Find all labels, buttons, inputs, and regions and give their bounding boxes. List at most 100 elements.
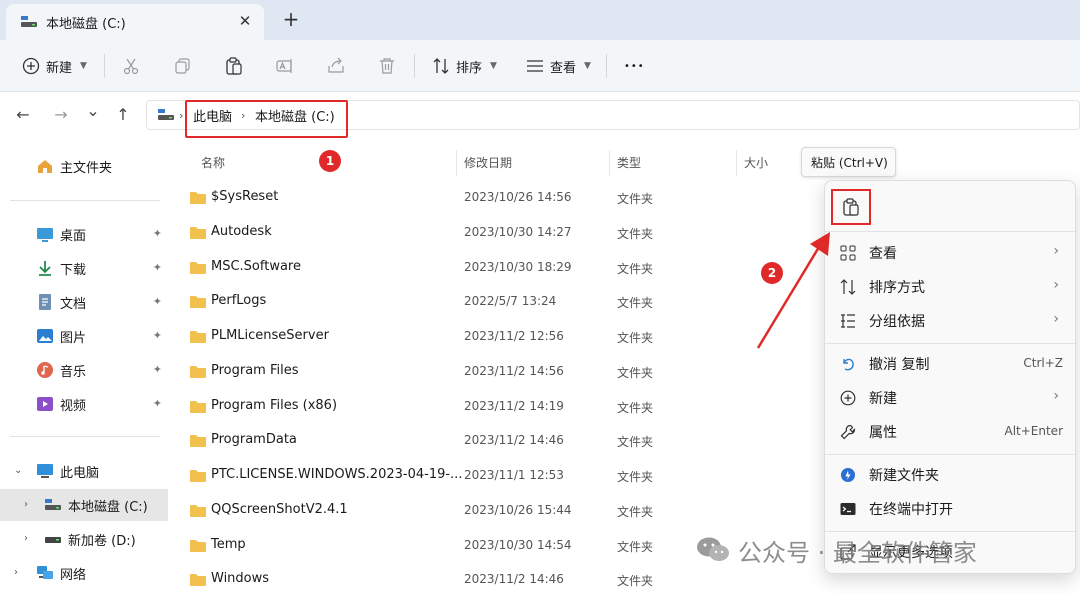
sidebar-item-home[interactable]: 主文件夹 <box>0 150 168 182</box>
share-button[interactable] <box>327 52 345 80</box>
sidebar-item-documents[interactable]: 文档 ✦ <box>0 286 168 318</box>
folder-icon <box>190 470 206 482</box>
pin-icon[interactable]: ✦ <box>153 329 162 342</box>
toolbar-divider <box>606 54 607 78</box>
table-row[interactable]: Program Files (x86) 2023/11/2 14:19 文件夹 <box>180 390 820 424</box>
table-row[interactable]: Windows 2023/11/2 14:46 文件夹 <box>180 563 820 594</box>
view-button[interactable]: 查看 ▼ <box>526 52 591 80</box>
table-row[interactable]: PerfLogs 2022/5/7 13:24 文件夹 <box>180 285 820 319</box>
new-button-label: 新建 <box>46 60 73 76</box>
file-modified: 2023/10/30 18:29 <box>464 260 572 274</box>
toolbar-divider <box>414 54 415 78</box>
sidebar-item-this-pc[interactable]: ⌄ 此电脑 <box>0 455 168 487</box>
sidebar-item-videos[interactable]: 视频 ✦ <box>0 388 168 420</box>
plus-circle-icon <box>839 389 857 407</box>
pin-icon[interactable]: ✦ <box>153 261 162 274</box>
column-divider[interactable] <box>736 150 737 176</box>
new-button[interactable]: 新建 ▼ <box>22 52 87 80</box>
file-name: ProgramData <box>211 432 297 447</box>
menu-item-label: 在终端中打开 <box>869 502 953 518</box>
chevron-right-icon[interactable]: › <box>24 499 28 510</box>
drive-icon <box>44 496 62 514</box>
sidebar-item-music[interactable]: 音乐 ✦ <box>0 354 168 386</box>
back-button[interactable]: ← <box>12 104 34 126</box>
table-row[interactable]: PLMLicenseServer 2023/11/2 12:56 文件夹 <box>180 320 820 354</box>
column-header-type[interactable]: 类型 <box>617 154 641 171</box>
watermark-text: 公众号 · 最全软件管家 <box>738 538 977 567</box>
sidebar-item-label: 此电脑 <box>60 465 100 481</box>
menu-item-new[interactable]: 新建 › <box>833 382 1069 414</box>
sidebar-item-drive-d[interactable]: › 新加卷 (D:) <box>0 523 168 555</box>
new-tab-button[interactable]: + <box>280 8 302 30</box>
terminal-icon <box>839 500 857 518</box>
sidebar-item-desktop[interactable]: 桌面 ✦ <box>0 218 168 250</box>
table-row[interactable]: Autodesk 2023/10/30 14:27 文件夹 <box>180 216 820 250</box>
menu-item-new-folder[interactable]: 新建文件夹 <box>833 459 1069 491</box>
column-header-modified[interactable]: 修改日期 <box>464 154 512 171</box>
breadcrumb-separator: › <box>179 109 184 122</box>
table-row[interactable]: ProgramData 2023/11/2 14:46 文件夹 <box>180 424 820 458</box>
share-icon <box>328 57 344 73</box>
close-tab-icon[interactable]: ✕ <box>234 10 256 32</box>
file-type: 文件夹 <box>617 227 654 241</box>
file-modified: 2023/11/2 14:46 <box>464 572 564 586</box>
rename-button[interactable] <box>276 52 294 80</box>
file-type: 文件夹 <box>617 296 654 310</box>
copy-button[interactable] <box>174 52 192 80</box>
video-icon <box>36 395 54 413</box>
table-row[interactable]: $SysReset 2023/10/26 14:56 文件夹 <box>180 181 820 215</box>
file-name: $SysReset <box>211 189 279 204</box>
delete-button[interactable] <box>378 52 396 80</box>
file-name: PLMLicenseServer <box>211 328 329 343</box>
recent-locations-button[interactable]: ⌄ <box>82 100 104 122</box>
chevron-right-icon[interactable]: › <box>24 533 28 544</box>
up-button[interactable]: ↑ <box>112 104 134 126</box>
tab-local-disk-c[interactable]: 本地磁盘 (C:) ✕ <box>6 4 264 40</box>
more-options-button[interactable]: ••• <box>624 52 645 80</box>
chevron-right-icon[interactable]: › <box>14 567 18 578</box>
chevron-down-icon[interactable]: ⌄ <box>14 465 22 476</box>
column-divider[interactable] <box>609 150 610 176</box>
sort-button-label: 排序 <box>456 60 483 76</box>
scissors-icon <box>123 58 139 75</box>
new-folder-icon <box>839 466 857 484</box>
table-row[interactable]: PTC.LICENSE.WINDOWS.2023-04-19-... 2023/… <box>180 459 820 493</box>
table-row[interactable]: Program Files 2023/11/2 14:56 文件夹 <box>180 355 820 389</box>
sidebar-item-network[interactable]: › 网络 <box>0 557 168 589</box>
pin-icon[interactable]: ✦ <box>153 295 162 308</box>
sort-button[interactable]: 排序 ▼ <box>432 52 497 80</box>
table-row[interactable]: MSC.Software 2023/10/30 18:29 文件夹 <box>180 251 820 285</box>
file-modified: 2023/10/30 14:54 <box>464 538 572 552</box>
menu-item-open-terminal[interactable]: 在终端中打开 <box>833 493 1069 525</box>
table-row[interactable]: QQScreenShotV2.4.1 2023/10/26 15:44 文件夹 <box>180 494 820 528</box>
menu-item-group-by[interactable]: 分组依据 › <box>833 305 1069 337</box>
menu-divider <box>825 231 1077 232</box>
pin-icon[interactable]: ✦ <box>153 397 162 410</box>
folder-icon <box>190 227 206 239</box>
sidebar-item-label: 桌面 <box>60 228 87 244</box>
pin-icon[interactable]: ✦ <box>153 363 162 376</box>
menu-item-sort-by[interactable]: 排序方式 › <box>833 271 1069 303</box>
sidebar-item-label: 新加卷 (D:) <box>68 533 136 549</box>
column-header-name[interactable]: 名称 <box>201 154 225 171</box>
sidebar-item-downloads[interactable]: 下载 ✦ <box>0 252 168 284</box>
chevron-right-icon: › <box>1053 277 1059 293</box>
sort-icon <box>839 278 857 296</box>
sidebar-divider <box>10 200 160 201</box>
menu-item-label: 排序方式 <box>869 280 925 296</box>
paste-button[interactable] <box>225 52 243 80</box>
folder-icon <box>190 262 206 274</box>
file-modified: 2023/10/26 14:56 <box>464 190 572 204</box>
menu-item-properties[interactable]: 属性 Alt+Enter <box>833 416 1069 448</box>
sidebar-item-pictures[interactable]: 图片 ✦ <box>0 320 168 352</box>
sidebar-item-drive-c[interactable]: › 本地磁盘 (C:) <box>0 489 168 521</box>
cut-button[interactable] <box>122 52 140 80</box>
forward-button[interactable]: → <box>50 104 72 126</box>
column-divider[interactable] <box>456 150 457 176</box>
column-header-size[interactable]: 大小 <box>744 154 768 171</box>
wrench-icon <box>839 423 857 441</box>
menu-item-undo-copy[interactable]: 撤消 复制 Ctrl+Z <box>833 348 1069 380</box>
menu-item-view[interactable]: 查看 › <box>833 237 1069 269</box>
menu-divider <box>825 454 1077 455</box>
pin-icon[interactable]: ✦ <box>153 227 162 240</box>
